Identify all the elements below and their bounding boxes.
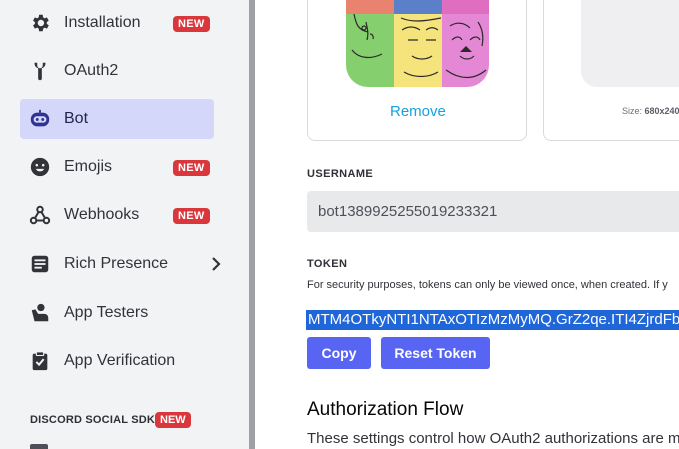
list-icon bbox=[28, 252, 52, 276]
token-value[interactable]: MTM4OTkyNTI1NTAxOTIzMzMyMQ.GrZ2qe.ITI4Zj… bbox=[306, 310, 679, 330]
sidebar-item-label: Bot bbox=[64, 110, 89, 127]
new-badge: NEW bbox=[173, 208, 210, 224]
sidebar-item-label: Emojis bbox=[64, 158, 113, 175]
sidebar-item-label: Installation bbox=[64, 14, 141, 31]
tester-icon bbox=[28, 301, 52, 325]
app-icon-image[interactable] bbox=[346, 0, 489, 87]
new-badge: NEW bbox=[155, 412, 191, 428]
banner-preview[interactable] bbox=[581, 0, 679, 87]
new-badge: NEW bbox=[173, 160, 210, 176]
sidebar-item-app-testers[interactable]: App Testers bbox=[20, 293, 214, 333]
new-badge: NEW bbox=[173, 16, 210, 32]
wrench-icon bbox=[28, 59, 52, 83]
webhook-icon bbox=[28, 203, 52, 227]
clipboard-check-icon bbox=[28, 349, 52, 373]
sidebar-item-installation[interactable]: Installation NEW bbox=[20, 3, 214, 43]
sidebar-item-emojis[interactable]: Emojis NEW bbox=[20, 147, 214, 187]
reset-token-button[interactable]: Reset Token bbox=[381, 337, 490, 369]
bot-icon bbox=[28, 107, 52, 131]
username-label: USERNAME bbox=[307, 168, 374, 180]
username-input[interactable] bbox=[307, 191, 679, 232]
size-prefix: Size: bbox=[622, 106, 645, 116]
sidebar-next-icon bbox=[30, 444, 48, 449]
copy-token-button[interactable]: Copy bbox=[307, 337, 371, 369]
sidebar-item-label: OAuth2 bbox=[64, 62, 119, 79]
size-value: 680x240 bbox=[644, 106, 679, 116]
panel-divider[interactable] bbox=[249, 0, 255, 449]
sidebar-item-label: Rich Presence bbox=[64, 255, 169, 272]
banner-size-note: Size: 680x240 bbox=[622, 106, 679, 116]
authorization-flow-description: These settings control how OAuth2 author… bbox=[307, 430, 679, 447]
sidebar-item-label: App Verification bbox=[64, 352, 176, 369]
token-label: TOKEN bbox=[307, 258, 348, 270]
section-header-social-sdk: DISCORD SOCIAL SDK bbox=[30, 414, 156, 426]
sidebar-item-app-verification[interactable]: App Verification bbox=[20, 341, 214, 381]
authorization-flow-title: Authorization Flow bbox=[307, 399, 464, 420]
token-help-text: For security purposes, tokens can only b… bbox=[307, 279, 668, 291]
sidebar-item-webhooks[interactable]: Webhooks NEW bbox=[20, 195, 214, 235]
sidebar-item-label: App Testers bbox=[64, 304, 149, 321]
remove-icon-link[interactable]: Remove bbox=[390, 102, 446, 122]
sidebar-item-bot[interactable]: Bot bbox=[20, 99, 214, 139]
sidebar-item-rich-presence[interactable]: Rich Presence bbox=[20, 244, 221, 284]
chevron-right-icon[interactable] bbox=[206, 254, 226, 274]
gear-icon bbox=[28, 11, 52, 35]
sidebar: Installation NEW OAuth2 Bot Emojis NEW W… bbox=[0, 0, 249, 449]
sidebar-item-oauth2[interactable]: OAuth2 bbox=[20, 51, 214, 91]
sidebar-item-label: Webhooks bbox=[64, 206, 140, 223]
smile-icon bbox=[28, 155, 52, 179]
